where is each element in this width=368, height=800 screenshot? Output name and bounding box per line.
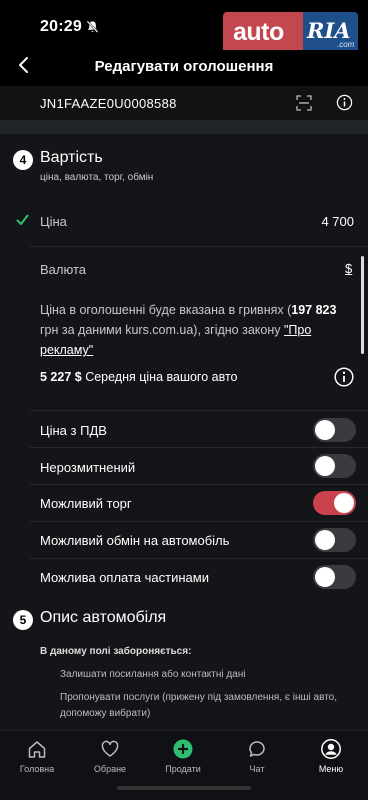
tab-sell[interactable]: Продати: [153, 739, 213, 774]
tab-home[interactable]: Головна: [7, 739, 67, 774]
tab-menu[interactable]: Меню: [301, 739, 361, 774]
tab-label: Головна: [19, 764, 55, 774]
scan-icon[interactable]: [296, 95, 312, 111]
section-number-badge: 4: [13, 150, 33, 170]
currency-select[interactable]: $: [345, 261, 352, 276]
section-title-description: Опис автомобіля: [40, 609, 167, 626]
forbidden-title: В даному полі забороняється:: [40, 646, 192, 657]
bell-off-icon: [86, 20, 99, 33]
autoria-logo: auto RIA .com: [223, 12, 358, 54]
info-icon[interactable]: [336, 94, 353, 111]
price-note: Ціна в оголошенні буде вказана в гривнях…: [40, 300, 348, 360]
toggle-knob: [315, 456, 335, 476]
tab-label: Продати: [165, 764, 201, 774]
vin-row: JN1FAAZE0U0008588: [0, 86, 368, 120]
toggle-label-exchange: Можливий обмін на автомобіль: [40, 533, 230, 548]
main-content: 4 Вартість ціна, валюта, торг, обмін Цін…: [0, 134, 368, 730]
toggle-vat[interactable]: [313, 418, 356, 442]
section-number-badge: 5: [13, 610, 33, 630]
toggle-label-bargain: Можливий торг: [40, 496, 132, 511]
app-header: Редагувати оголошення: [0, 50, 368, 86]
note-text-2: грн за даними kurs.com.ua), згідно закон…: [40, 323, 284, 337]
row-divider: [30, 484, 368, 485]
average-price-row: 5 227 $ Середня ціна вашого авто: [40, 370, 238, 384]
price-label: Ціна: [40, 214, 67, 229]
forbidden-item: Залишати посилання або контактні дані: [60, 669, 246, 680]
tab-favorites[interactable]: Обране: [80, 739, 140, 774]
tab-label: Обране: [93, 764, 127, 774]
tab-chat[interactable]: Чат: [227, 739, 287, 774]
toggle-knob: [315, 420, 335, 440]
toggle-installments[interactable]: [313, 565, 356, 589]
logo-auto-part: auto: [223, 12, 303, 54]
section-title-price: Вартість: [40, 149, 103, 166]
toggle-label-vat: Ціна з ПДВ: [40, 423, 107, 438]
home-indicator: [117, 786, 251, 790]
average-price-label: Середня ціна вашого авто: [81, 370, 238, 384]
scrollbar[interactable]: [361, 256, 364, 354]
note-amount: 197 823: [291, 303, 337, 317]
home-icon: [28, 741, 46, 758]
toggle-exchange[interactable]: [313, 528, 356, 552]
toggle-label-uncleared: Нерозмитнений: [40, 460, 136, 475]
logo-auto-text: auto: [233, 18, 284, 46]
vin-value: JN1FAAZE0U0008588: [40, 96, 177, 111]
logo-ria-part: RIA .com: [303, 12, 358, 54]
toggle-knob: [315, 530, 335, 550]
info-icon[interactable]: [334, 367, 354, 387]
row-divider: [30, 246, 368, 247]
user-icon: [321, 739, 341, 759]
row-divider: [30, 521, 368, 522]
price-input[interactable]: 4 700: [321, 214, 354, 229]
toggle-knob: [334, 493, 354, 513]
row-divider: [30, 410, 368, 411]
tab-label: Чат: [249, 764, 265, 774]
row-divider: [30, 447, 368, 448]
logo-com-text: .com: [337, 40, 355, 49]
page-title: Редагувати оголошення: [94, 58, 274, 75]
toggle-uncleared[interactable]: [313, 454, 356, 478]
section-divider: [0, 120, 368, 134]
toggle-knob: [315, 567, 335, 587]
note-text-1: Ціна в оголошенні буде вказана в гривнях…: [40, 303, 292, 317]
plus-circle-icon: [173, 739, 193, 759]
row-divider: [30, 558, 368, 559]
section-subtitle-price: ціна, валюта, торг, обмін: [40, 172, 154, 183]
check-icon: [16, 214, 29, 225]
chat-icon: [249, 741, 265, 757]
heart-icon: [101, 740, 119, 757]
toggle-bargain[interactable]: [313, 491, 356, 515]
forbidden-item: Пропонувати послуги (прижену під замовле…: [60, 692, 338, 719]
currency-label: Валюта: [40, 262, 86, 277]
status-time: 20:29: [40, 18, 82, 35]
tab-label: Меню: [318, 764, 344, 774]
toggle-label-installments: Можлива оплата частинами: [40, 570, 209, 585]
average-price-value: 5 227 $: [40, 370, 82, 384]
